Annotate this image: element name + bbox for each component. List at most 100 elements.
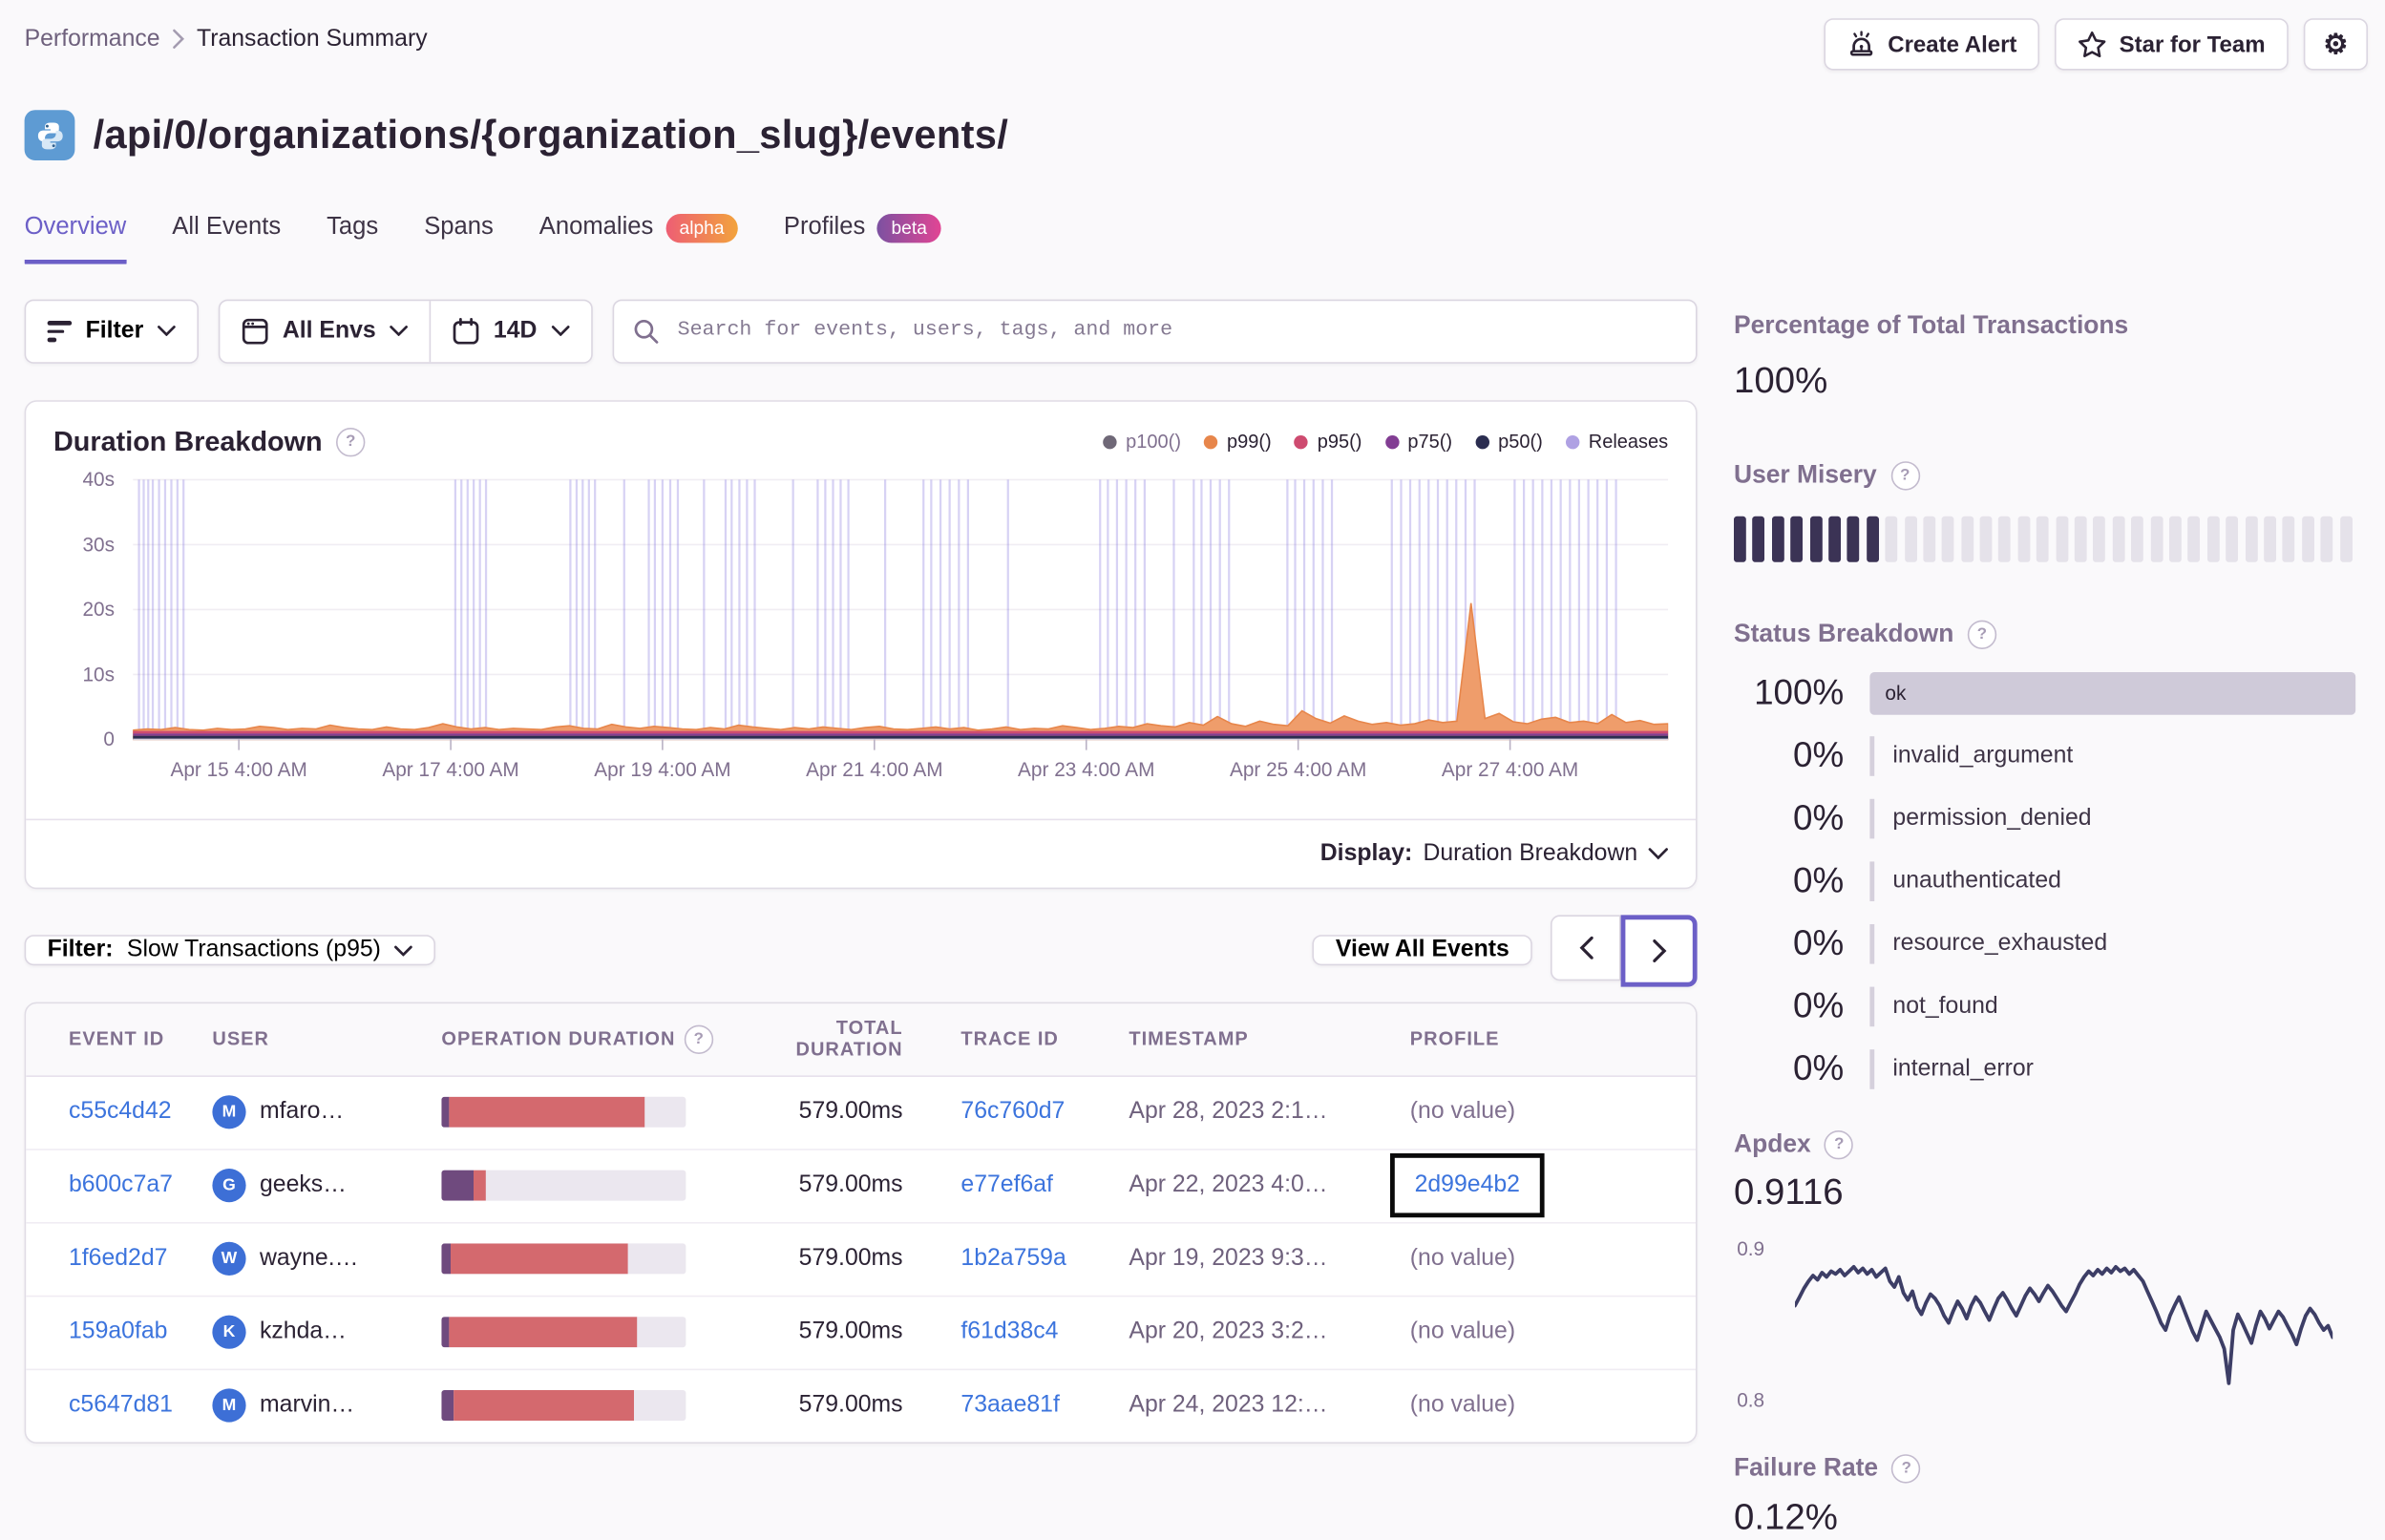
tab-overview[interactable]: Overview (24, 215, 127, 265)
total-duration: 579.00ms (798, 1171, 903, 1198)
event-id-link[interactable]: b600c7a7 (26, 1172, 212, 1200)
legend-p50[interactable]: p50() (1475, 432, 1543, 453)
header-actions: Create Alert Star for Team ⚙ (1824, 18, 2368, 71)
user-misery-score-bar (1734, 516, 2355, 562)
alpha-badge: alpha (665, 213, 738, 243)
misery-bar-segment (2056, 516, 2068, 562)
main-column: Filter All Envs 14D Search for events, u… (24, 299, 1698, 1539)
legend-p95[interactable]: p95() (1294, 432, 1361, 453)
help-icon[interactable]: ? (1890, 460, 1920, 491)
view-all-events-label: View All Events (1335, 937, 1509, 963)
star-for-team-button[interactable]: Star for Team (2055, 18, 2289, 71)
slow-transactions-filter[interactable]: Filter: Slow Transactions (p95) (24, 935, 436, 966)
operation-duration-bar (441, 1097, 686, 1129)
total-duration: 579.00ms (798, 1318, 903, 1345)
profile-link[interactable]: 2d99e4b2 (1415, 1172, 1520, 1198)
apdex-trend-chart: 0.9 0.8 (1734, 1234, 2355, 1415)
tab-profiles[interactable]: Profiles beta (784, 213, 941, 265)
previous-page-button[interactable] (1551, 915, 1621, 981)
user-cell: Kkzhda… (212, 1316, 441, 1350)
misery-bar-segment (2093, 516, 2106, 562)
legend-dot (1384, 434, 1399, 450)
status-row-ok: 100% ok (1734, 671, 2356, 715)
misery-bar-segment (1979, 516, 1993, 562)
avatar: W (212, 1242, 246, 1276)
apdex-heading: Apdex ? (1734, 1129, 2355, 1160)
search-icon (633, 319, 658, 344)
apdex-y-top: 0.9 (1737, 1236, 1765, 1260)
date-range-selector[interactable]: 14D (431, 301, 590, 362)
misery-bar-segment (2206, 516, 2220, 562)
table-row: c5647d81 Mmarvin… 579.00ms 73aae81f Apr … (26, 1370, 1696, 1442)
user-misery-heading: User Misery ? (1734, 460, 2355, 491)
breadcrumb-performance[interactable]: Performance (25, 26, 160, 53)
next-page-button[interactable] (1620, 915, 1698, 987)
x-axis-label: Apr 27 4:00 AM (1441, 757, 1579, 781)
tab-anomalies[interactable]: Anomalies alpha (539, 213, 738, 265)
duration-plot-area[interactable]: Apr 15 4:00 AM Apr 17 4:00 AM Apr 19 4:00 … (133, 471, 1669, 804)
help-icon[interactable]: ? (336, 427, 366, 457)
misery-bar-segment (2282, 516, 2295, 562)
help-icon[interactable]: ? (685, 1024, 714, 1054)
x-axis-label: Apr 17 4:00 AM (382, 757, 519, 781)
misery-bar-segment (2320, 516, 2333, 562)
event-id-link[interactable]: 159a0fab (26, 1318, 212, 1346)
help-icon[interactable]: ? (1825, 1129, 1854, 1160)
tab-bar: Overview All Events Tags Spans Anomalies… (0, 189, 2385, 265)
misery-bar-segment (1904, 516, 1917, 562)
legend-p99[interactable]: p99() (1204, 432, 1272, 453)
display-label: Display: (1319, 839, 1413, 866)
star-for-team-label: Star for Team (2119, 31, 2266, 57)
status-row: 0% resource_exhausted (1793, 922, 2108, 964)
highlight-box: 2d99e4b2 (1390, 1153, 1545, 1218)
status-mini-bar (1869, 861, 1875, 901)
help-icon[interactable]: ? (1967, 620, 1997, 649)
table-header-row: Event ID User Operation Duration? Total … (26, 1002, 1697, 1077)
create-alert-button[interactable]: Create Alert (1824, 18, 2040, 71)
event-id-link[interactable]: c55c4d42 (26, 1099, 212, 1127)
trace-id-link[interactable]: 76c760d7 (921, 1099, 1129, 1127)
breadcrumb-current: Transaction Summary (196, 26, 428, 53)
filter-prefix: Filter: (47, 937, 114, 963)
env-date-control: All Envs 14D (218, 299, 593, 364)
misery-bar-segment (2112, 516, 2125, 562)
legend-releases[interactable]: Releases (1565, 432, 1668, 453)
pct-total-value: 100% (1734, 360, 1828, 402)
filter-button[interactable]: Filter (24, 299, 199, 364)
beta-badge: beta (877, 213, 941, 243)
profile-cell: 2d99e4b2 (1388, 1153, 1696, 1218)
tab-spans[interactable]: Spans (424, 215, 494, 265)
trace-id-link[interactable]: 73aae81f (921, 1392, 1129, 1420)
status-row: 0% internal_error (1793, 1048, 2034, 1089)
view-all-events-button[interactable]: View All Events (1312, 935, 1532, 966)
event-id-link[interactable]: 1f6ed2d7 (26, 1246, 212, 1274)
misery-bar-segment (1998, 516, 2012, 562)
column-total-duration: Total Duration (795, 1018, 903, 1061)
x-axis-label: Apr 21 4:00 AM (806, 757, 943, 781)
environment-selector[interactable]: All Envs (220, 301, 429, 362)
duration-breakdown-title: Duration Breakdown (53, 426, 323, 457)
trace-id-link[interactable]: 1b2a759a (921, 1246, 1129, 1274)
trace-id-link[interactable]: f61d38c4 (921, 1318, 1129, 1346)
chart-legend: p100() p99() p95() p75() p50() Releases (1103, 432, 1668, 453)
chevron-down-icon (390, 326, 409, 337)
tab-tags[interactable]: Tags (327, 215, 378, 265)
misery-bar-segment (2245, 516, 2258, 562)
event-id-link[interactable]: c5647d81 (26, 1392, 212, 1420)
misery-bar-segment (1960, 516, 1973, 562)
avatar: M (212, 1388, 246, 1424)
tab-all-events[interactable]: All Events (172, 215, 281, 265)
help-icon[interactable]: ? (1891, 1453, 1921, 1484)
legend-p75[interactable]: p75() (1384, 432, 1452, 453)
settings-button[interactable]: ⚙ (2303, 18, 2368, 71)
search-input[interactable] (674, 318, 1678, 345)
display-selector[interactable]: Display: Duration Breakdown (26, 820, 1696, 887)
misery-bar-segment (2187, 516, 2201, 562)
table-row: b600c7a7 Ggeeks… 579.00ms e77ef6af Apr 2… (26, 1150, 1697, 1224)
misery-bar-segment (1790, 516, 1804, 562)
legend-p100[interactable]: p100() (1103, 432, 1181, 453)
trace-id-link[interactable]: e77ef6af (921, 1172, 1129, 1200)
top-bar: Performance Transaction Summary Create A… (0, 0, 2385, 71)
misery-bar-segment (2226, 516, 2239, 562)
duration-breakdown-chart[interactable]: Apr 15 4:00 AM Apr 17 4:00 AM Apr 19 4:00 … (48, 467, 1675, 804)
